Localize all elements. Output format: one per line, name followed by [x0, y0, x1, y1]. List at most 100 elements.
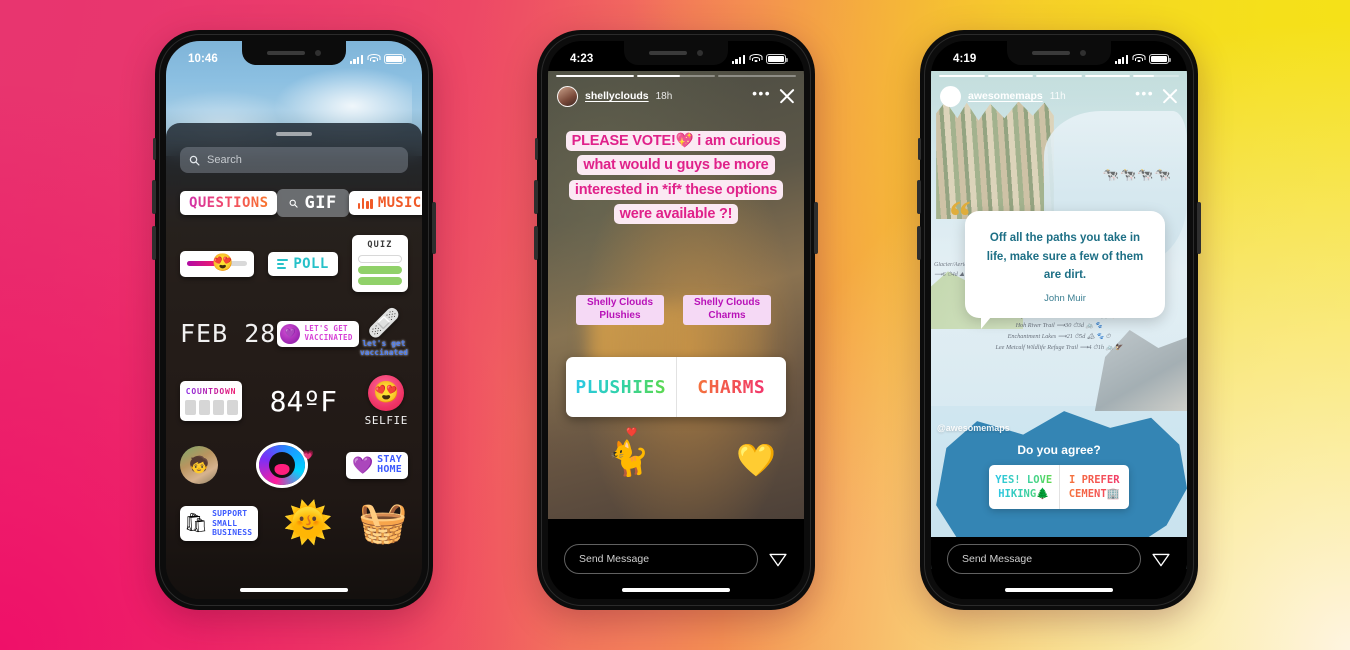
- phone-2-screen: 4:23 shellyclouds 18h ••• PLEASE VOTE!💖 …: [548, 41, 804, 599]
- home-indicator-3[interactable]: [1005, 588, 1113, 592]
- close-icon[interactable]: [1161, 88, 1178, 105]
- legend-left-line-1: Glacier/Aerial: [934, 262, 969, 268]
- volume-down-button[interactable]: [917, 226, 921, 260]
- progress-segment: [1133, 75, 1179, 77]
- quiz-sticker[interactable]: QUIZ: [351, 235, 408, 292]
- quote-text: Off all the paths you take in life, make…: [986, 232, 1144, 282]
- phone-3-screen: 🐄🐄🐄🐄 🧍🧍 Glacier/Aerial ⟶6 ⏱4d ⛰ Icicle T…: [931, 41, 1187, 599]
- avatar-sticker[interactable]: 🧒: [180, 446, 218, 485]
- mouth-sticker[interactable]: 💗: [258, 445, 314, 486]
- poll-sticker[interactable]: POLL: [268, 251, 338, 276]
- volume-up-button[interactable]: [534, 180, 538, 214]
- drag-handle[interactable]: [276, 132, 312, 136]
- avatar[interactable]: [557, 85, 578, 107]
- slider-emoji-knob[interactable]: 😍: [212, 254, 233, 271]
- send-message-input[interactable]: Send Message: [564, 544, 758, 574]
- close-icon[interactable]: [778, 88, 795, 105]
- sticker-row-1: 😍 POLL QUIZ: [180, 235, 408, 292]
- send-message-placeholder: Send Message: [962, 553, 1033, 565]
- vax-art-line-2: vaccinated: [359, 348, 408, 358]
- agree-no-line-2: CEMENT: [1068, 488, 1107, 500]
- selfie-sticker[interactable]: 😍 SELFIE: [365, 375, 408, 427]
- volume-up-button[interactable]: [917, 180, 921, 214]
- quiz-option-charms[interactable]: CHARMS: [677, 357, 787, 417]
- home-indicator-2[interactable]: [622, 588, 730, 592]
- signal-icon: [731, 54, 745, 64]
- mute-switch[interactable]: [918, 138, 921, 160]
- gif-sticker[interactable]: GIF: [277, 189, 349, 217]
- mute-switch[interactable]: [535, 138, 538, 160]
- volume-down-button[interactable]: [534, 226, 538, 260]
- send-icon[interactable]: [768, 549, 788, 569]
- power-button[interactable]: [814, 202, 818, 254]
- avatar[interactable]: 🗺: [940, 85, 961, 107]
- progress-segment: [1036, 75, 1082, 77]
- home-indicator-1[interactable]: [240, 588, 348, 592]
- signal-icon: [1114, 54, 1128, 64]
- sticker-row-3: COUNTDOWN 84ºF 😍 SELFIE: [180, 375, 408, 427]
- send-message-input[interactable]: Send Message: [947, 544, 1141, 574]
- temperature-sticker[interactable]: 84ºF: [270, 385, 337, 418]
- phone-device-2: 4:23 shellyclouds 18h ••• PLEASE VOTE!💖 …: [534, 30, 818, 610]
- progress-segment: [1084, 75, 1131, 77]
- date-sticker[interactable]: FEB 28: [180, 319, 276, 348]
- more-options-icon[interactable]: •••: [1135, 86, 1154, 102]
- support-line-1: SUPPORT: [212, 508, 248, 518]
- progress-segment: [987, 75, 1034, 77]
- status-time: 4:19: [953, 53, 977, 65]
- device-notch: [624, 41, 728, 65]
- stay-home-sticker[interactable]: 💜 STAY HOME: [345, 451, 408, 479]
- hearts-icon: 💗: [302, 450, 314, 461]
- countdown-digit-boxes: [184, 400, 238, 416]
- send-icon[interactable]: [1151, 549, 1171, 569]
- slider-track: 😍: [187, 254, 247, 271]
- sticker-row-2: FEB 28 💜 LET'S GET VACCINATED 🩹 let's ge…: [180, 310, 408, 358]
- music-sticker[interactable]: MUSIC: [348, 191, 422, 215]
- volume-up-button[interactable]: [152, 180, 156, 214]
- more-options-icon[interactable]: •••: [752, 86, 771, 102]
- earpiece-speaker: [1032, 51, 1070, 55]
- poll-lines-icon: [277, 258, 289, 269]
- smiling-face-icon: 😍: [368, 375, 405, 412]
- sunrise-bird-sticker[interactable]: 🌞: [283, 503, 333, 543]
- battery-icon: [384, 54, 406, 64]
- shopping-illustration-sticker[interactable]: 🧺: [358, 503, 408, 543]
- progress-segment: [939, 75, 985, 77]
- countdown-sticker[interactable]: COUNTDOWN: [180, 381, 242, 422]
- quiz-label: QUIZ: [367, 240, 393, 250]
- heart-icon: 💜: [280, 323, 301, 344]
- support-small-business-sticker[interactable]: 🛍 SUPPORT SMALL BUSINESS: [180, 505, 259, 541]
- quote-author: John Muir: [1044, 292, 1086, 304]
- quiz-bar-empty: [357, 255, 402, 263]
- questions-sticker[interactable]: QUESTIONS: [180, 191, 278, 215]
- device-notch: [1007, 41, 1111, 65]
- lets-get-vaccinated-badge[interactable]: 💜 LET'S GET VACCINATED: [277, 320, 359, 347]
- slider-sticker[interactable]: 😍: [180, 250, 254, 277]
- status-time: 4:23: [570, 53, 594, 65]
- power-button[interactable]: [1197, 202, 1201, 254]
- wifi-icon: [367, 54, 380, 64]
- volume-down-button[interactable]: [152, 226, 156, 260]
- story-username[interactable]: shellyclouds: [585, 90, 649, 102]
- heart-charm-emoji: 💛: [736, 442, 776, 478]
- quotation-mark-icon: “: [949, 192, 971, 241]
- wifi-icon: [1132, 54, 1145, 64]
- lets-get-vaccinated-art[interactable]: 🩹 let's get vaccinated: [359, 310, 408, 358]
- power-button[interactable]: [432, 202, 436, 254]
- stay-home-line-2: HOME: [377, 464, 402, 476]
- story-username[interactable]: awesomemaps: [968, 90, 1043, 102]
- quiz-option-plushies-label: PLUSHIES: [575, 376, 667, 398]
- small-heart-emoji: ❤️: [626, 427, 638, 437]
- quote-sticker: “ Off all the paths you take in life, ma…: [949, 195, 1165, 329]
- signal-icon: [349, 54, 363, 64]
- phone-1-screen: 10:46 Search QUESTIONS GIF MUSIC 😍 POLL …: [166, 41, 422, 599]
- plushie-cat-emoji: 🐈: [605, 437, 653, 481]
- quiz-option-plushies[interactable]: PLUSHIES: [566, 357, 676, 417]
- search-input[interactable]: Search: [180, 147, 408, 173]
- mute-switch[interactable]: [153, 138, 156, 160]
- watermark-handle: @awesomemaps: [937, 423, 1010, 433]
- agree-option-yes[interactable]: YES! LOVE HIKING🌲: [989, 465, 1059, 509]
- agree-option-no[interactable]: I PREFER CEMENT🏢: [1060, 465, 1130, 509]
- house-heart-icon: 💜: [351, 455, 374, 475]
- music-label: MUSIC: [377, 195, 422, 211]
